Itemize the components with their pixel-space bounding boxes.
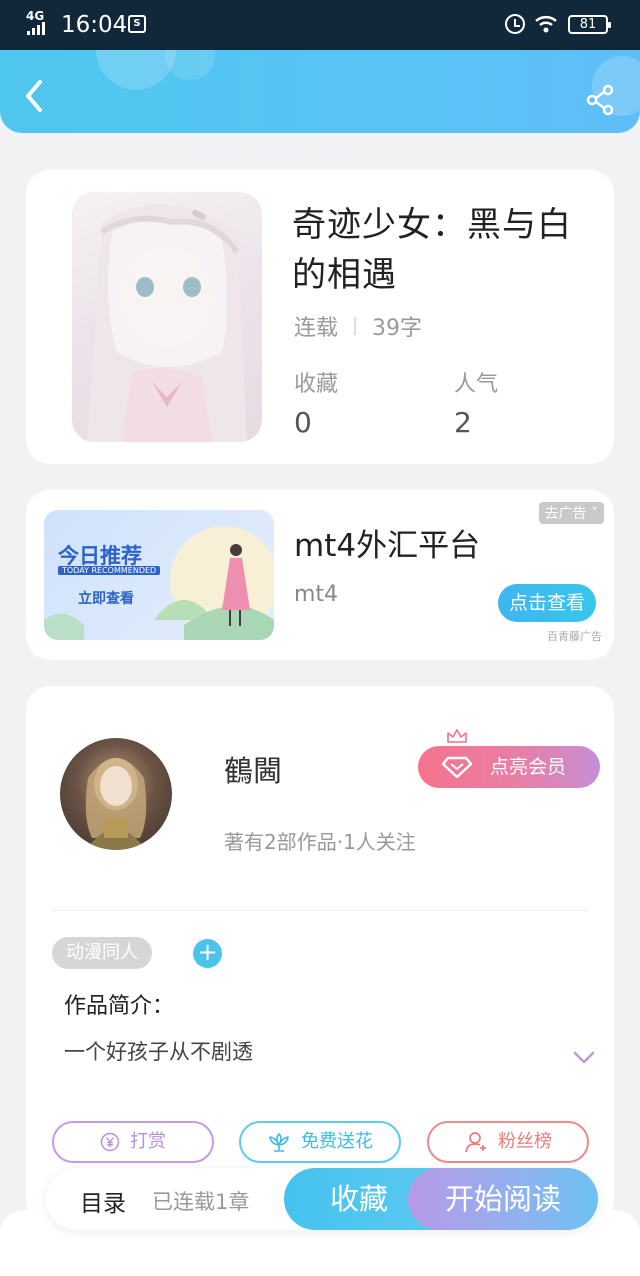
word-count: 39字	[372, 316, 423, 341]
author-card: 鶴閪 点亮会员 著有2部作品·1人关注 动漫同人 + 作品简介： 一个好孩子从不…	[26, 686, 614, 1226]
send-flower-label: 免费送花	[301, 1131, 373, 1152]
notification-icon: S	[128, 15, 146, 33]
ad-subtitle: mt4	[294, 582, 339, 607]
ad-card[interactable]: 今日推荐 TODAY RECOMMENDED 立即查看 去广告 ˅ mt4外汇平…	[26, 490, 614, 660]
header-bar	[0, 50, 640, 133]
network-type: 4G	[26, 9, 45, 23]
decor-bubble	[165, 50, 215, 80]
popularity-value: 2	[454, 406, 472, 439]
remove-ad-button[interactable]: 去广告 ˅	[538, 502, 604, 524]
decor-bubble	[96, 50, 176, 90]
popularity-label: 人气	[454, 372, 499, 397]
battery-indicator: 81	[568, 15, 611, 34]
chevron-down-icon	[573, 1051, 595, 1064]
ad-banner-image[interactable]: 今日推荐 TODAY RECOMMENDED 立即查看	[44, 510, 274, 640]
ad-banner-button: 立即查看	[78, 591, 134, 607]
fan-ranking-label: 粉丝榜	[498, 1131, 552, 1152]
expand-intro-button[interactable]	[572, 1048, 596, 1066]
share-button[interactable]	[580, 80, 620, 120]
ad-title: mt4外汇平台	[294, 528, 481, 564]
ad-illustration	[44, 526, 274, 640]
book-cover[interactable]	[72, 192, 262, 442]
alarm-icon	[505, 14, 525, 34]
fan-ranking-button[interactable]: 粉丝榜	[427, 1121, 589, 1163]
add-tag-button[interactable]: +	[193, 939, 222, 968]
signal-icon	[27, 22, 45, 35]
status-bar: 4G 16:04 S 81	[0, 0, 640, 50]
crown-icon	[447, 729, 467, 743]
share-icon	[586, 84, 614, 116]
bottom-action-bar: 目录 已连载1章 收藏 开始阅读	[46, 1168, 598, 1230]
author-avatar[interactable]	[60, 738, 172, 850]
vip-button[interactable]: 点亮会员	[418, 729, 600, 788]
flower-icon	[269, 1133, 289, 1152]
ad-source-label: 百青藤广告	[547, 630, 602, 643]
chevron-down-icon: ˅	[586, 506, 598, 522]
meta-divider	[354, 317, 357, 335]
intro-text: 一个好孩子从不剧透	[64, 1040, 253, 1064]
start-reading-button[interactable]: 开始阅读	[408, 1168, 598, 1230]
ad-banner-subtitle: TODAY RECOMMENDED	[58, 566, 161, 575]
genre-tag[interactable]: 动漫同人	[52, 937, 152, 969]
divider	[52, 910, 588, 911]
serial-status: 连载	[294, 316, 339, 341]
intro-label: 作品简介：	[64, 994, 175, 1019]
diamond-icon	[442, 756, 472, 778]
status-time: 16:04	[61, 12, 128, 38]
wifi-icon	[535, 16, 557, 33]
book-title: 奇迹少女：黑与白的相遇	[292, 205, 572, 295]
ad-view-button[interactable]: 点击查看	[498, 584, 596, 622]
send-flower-button[interactable]: 免费送花	[239, 1121, 401, 1163]
tip-button[interactable]: 打赏	[52, 1121, 214, 1163]
book-info-card: 奇迹少女：黑与白的相遇 连载 39字 收藏 0 人气 2	[26, 170, 614, 464]
chevron-left-icon	[26, 80, 42, 112]
book-meta: 连载 39字	[294, 310, 422, 342]
plus-icon: +	[197, 938, 218, 966]
vip-button-label: 点亮会员	[490, 756, 567, 778]
remove-ad-label: 去广告	[544, 506, 587, 522]
avatar-image	[85, 758, 147, 850]
favorites-value: 0	[294, 406, 312, 439]
favorites-label: 收藏	[294, 372, 339, 397]
author-stats: 著有2部作品·1人关注	[224, 830, 416, 854]
cover-illustration	[87, 204, 247, 442]
tip-label: 打赏	[130, 1131, 166, 1152]
user-icon	[465, 1132, 486, 1153]
chapter-count: 已连载1章	[152, 1190, 250, 1214]
toc-button[interactable]: 目录	[80, 1184, 126, 1218]
back-button[interactable]	[20, 78, 50, 114]
author-name[interactable]: 鶴閪	[224, 748, 282, 790]
yen-icon	[100, 1132, 120, 1152]
